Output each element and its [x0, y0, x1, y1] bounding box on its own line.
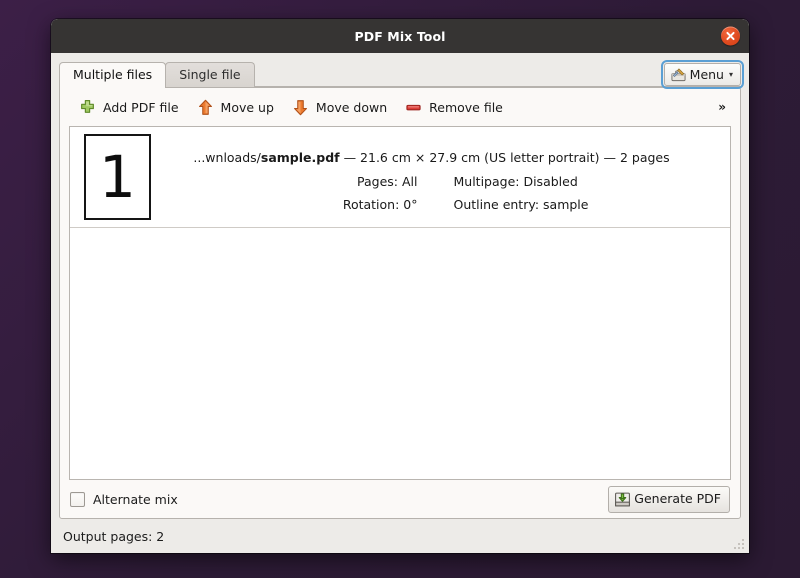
tab-single-file[interactable]: Single file: [165, 62, 255, 87]
pages-value: Pages: All: [357, 174, 418, 189]
close-glyph: [726, 31, 735, 41]
file-toolbar: Add PDF file Move up Move down Remove fi…: [60, 88, 740, 126]
file-summary: ...wnloads/sample.pdf — 21.6 cm × 27.9 c…: [151, 150, 712, 165]
move-down-label: Move down: [315, 99, 388, 115]
output-pages-status: Output pages: 2: [63, 528, 165, 544]
file-path-prefix: ...wnloads/: [193, 150, 261, 165]
save-download-icon: [615, 492, 631, 506]
alternate-mix-label: Alternate mix: [93, 491, 178, 507]
window-title: PDF Mix Tool: [354, 28, 446, 44]
file-dimensions: — 21.6 cm × 27.9 cm (US letter portrait)…: [339, 150, 670, 165]
file-properties: Pages: All Multipage: Disabled Rotation:…: [151, 174, 712, 212]
tab-multiple-files[interactable]: Multiple files: [59, 62, 167, 88]
remove-file-label: Remove file: [429, 99, 503, 115]
close-icon[interactable]: [721, 26, 740, 46]
file-list[interactable]: 1 ...wnloads/sample.pdf — 21.6 cm × 27.9…: [69, 126, 731, 480]
notebook-page-multiple-files: Add PDF file Move up Move down Remove fi…: [59, 87, 741, 519]
generate-pdf-label: Generate PDF: [634, 491, 721, 506]
move-up-button[interactable]: Move up: [188, 95, 283, 120]
move-up-label: Move up: [220, 99, 274, 115]
toolbar-overflow-button[interactable]: »: [710, 97, 734, 117]
page-bottom-bar: Alternate mix Generate PDF: [60, 480, 740, 518]
tab-bar: Multiple files Single file Menu ▾: [59, 60, 745, 89]
outline-entry-value: Outline entry: sample: [453, 197, 589, 212]
window-titlebar: PDF Mix Tool: [51, 19, 749, 53]
arrow-up-icon: [198, 99, 212, 115]
generate-pdf-button[interactable]: Generate PDF: [608, 485, 730, 513]
move-down-button[interactable]: Move down: [283, 95, 396, 120]
resize-grip[interactable]: [730, 535, 744, 549]
plus-icon: [81, 99, 94, 113]
menu-button-label: Menu: [689, 67, 724, 82]
chevron-down-icon: ▾: [728, 69, 733, 79]
multipage-value: Multipage: Disabled: [453, 174, 578, 189]
add-pdf-file-label: Add PDF file: [103, 99, 179, 115]
toolbox-icon: [671, 68, 686, 82]
alternate-mix-checkbox[interactable]: Alternate mix: [70, 491, 178, 507]
page-thumbnail: 1: [84, 134, 151, 220]
window-body: Multiple files Single file Menu ▾ Add PD…: [51, 53, 749, 553]
minus-icon: [406, 104, 421, 110]
remove-file-button[interactable]: Remove file: [396, 95, 512, 120]
rotation-value: Rotation: 0°: [342, 197, 418, 212]
list-item[interactable]: 1 ...wnloads/sample.pdf — 21.6 cm × 27.9…: [70, 127, 730, 228]
add-pdf-file-button[interactable]: Add PDF file: [70, 95, 188, 120]
arrow-down-icon: [293, 99, 307, 115]
menu-button-wrapper: Menu ▾: [660, 60, 745, 89]
file-info: ...wnloads/sample.pdf — 21.6 cm × 27.9 c…: [151, 133, 722, 212]
file-name: sample.pdf: [260, 150, 340, 165]
notebook: Multiple files Single file Menu ▾ Add PD…: [59, 60, 745, 519]
pdf-mix-tool-window: PDF Mix Tool Multiple files Single file: [51, 19, 749, 553]
checkbox-box[interactable]: [70, 491, 85, 507]
menu-button[interactable]: Menu ▾: [660, 60, 745, 89]
statusbar: Output pages: 2: [51, 519, 749, 553]
